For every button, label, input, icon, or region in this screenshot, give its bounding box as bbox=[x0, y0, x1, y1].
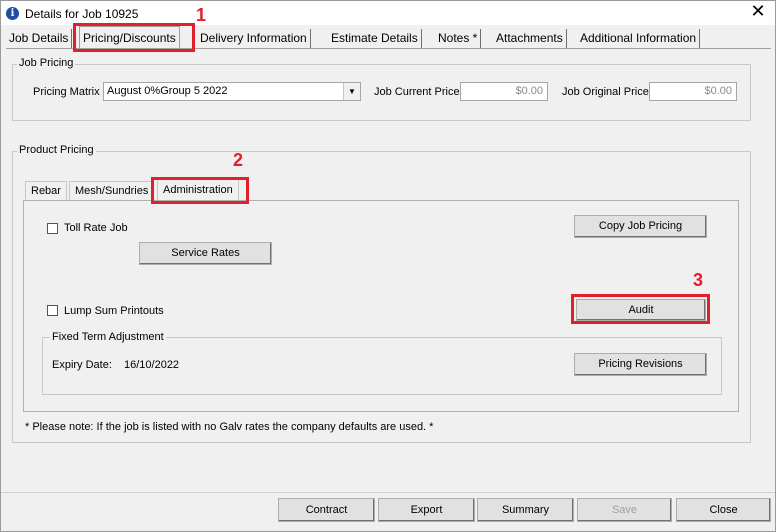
tab-attachments[interactable]: Attachments bbox=[493, 29, 567, 48]
title-bar: i Details for Job 10925 ✕ bbox=[1, 1, 775, 25]
pricing-matrix-select[interactable]: August 0%Group 5 2022 ▼ bbox=[103, 82, 361, 101]
audit-button[interactable]: Audit bbox=[576, 299, 706, 321]
job-pricing-group-label: Job Pricing bbox=[17, 57, 76, 69]
job-current-price-label: Job Current Price bbox=[374, 86, 460, 98]
summary-button[interactable]: Summary bbox=[477, 498, 574, 522]
tab-administration[interactable]: Administration bbox=[157, 179, 239, 201]
lump-sum-label: Lump Sum Printouts bbox=[64, 305, 164, 317]
tab-additional-information[interactable]: Additional Information bbox=[577, 29, 701, 48]
annotation-marker-1: 1 bbox=[196, 5, 207, 25]
pricing-matrix-label: Pricing Matrix bbox=[33, 86, 100, 98]
fixed-term-group-label: Fixed Term Adjustment bbox=[50, 331, 166, 343]
service-rates-button[interactable]: Service Rates bbox=[139, 242, 272, 265]
tab-job-details[interactable]: Job Details bbox=[6, 29, 73, 48]
pricing-revisions-button[interactable]: Pricing Revisions bbox=[574, 353, 707, 376]
job-original-price-label: Job Original Price bbox=[562, 86, 649, 98]
copy-job-pricing-button[interactable]: Copy Job Pricing bbox=[574, 215, 707, 238]
tab-rebar[interactable]: Rebar bbox=[25, 181, 67, 201]
expiry-date-value: 16/10/2022 bbox=[124, 359, 180, 371]
tab-mesh-sundries[interactable]: Mesh/Sundries bbox=[69, 181, 155, 201]
annotation-marker-2: 2 bbox=[233, 150, 244, 170]
tab-pricing-discounts[interactable]: Pricing/Discounts bbox=[79, 26, 180, 50]
save-button[interactable]: Save bbox=[577, 498, 672, 522]
export-button[interactable]: Export bbox=[378, 498, 475, 522]
tab-delivery-information[interactable]: Delivery Information bbox=[197, 29, 311, 48]
info-icon: i bbox=[6, 7, 19, 20]
tab-notes[interactable]: Notes * bbox=[435, 29, 482, 48]
lump-sum-checkbox[interactable] bbox=[47, 305, 58, 316]
annotation-marker-3: 3 bbox=[693, 270, 704, 290]
job-original-price-field[interactable]: $0.00 bbox=[649, 82, 737, 101]
tab-estimate-details[interactable]: Estimate Details bbox=[328, 29, 422, 48]
chevron-down-icon[interactable]: ▼ bbox=[343, 83, 360, 100]
job-current-price-field[interactable]: $0.00 bbox=[460, 82, 548, 101]
window-title: Details for Job 10925 bbox=[25, 7, 139, 21]
galv-rates-note: * Please note: If the job is listed with… bbox=[25, 421, 434, 433]
toll-rate-label: Toll Rate Job bbox=[64, 222, 128, 234]
contract-button[interactable]: Contract bbox=[278, 498, 375, 522]
close-icon[interactable]: ✕ bbox=[749, 3, 767, 21]
expiry-date-label: Expiry Date: bbox=[52, 359, 112, 371]
toll-rate-checkbox[interactable] bbox=[47, 223, 58, 234]
footer-divider bbox=[1, 492, 775, 493]
pricing-matrix-value: August 0%Group 5 2022 bbox=[107, 85, 228, 97]
details-window: i Details for Job 10925 ✕ Job Details Pr… bbox=[0, 0, 776, 532]
tab-strip-divider bbox=[6, 48, 771, 49]
close-button[interactable]: Close bbox=[676, 498, 771, 522]
product-pricing-group-label: Product Pricing bbox=[17, 144, 96, 156]
